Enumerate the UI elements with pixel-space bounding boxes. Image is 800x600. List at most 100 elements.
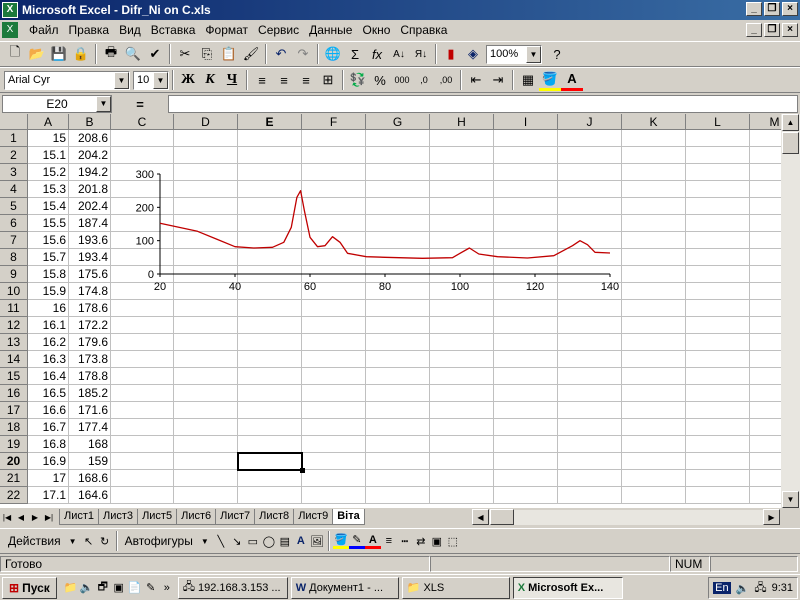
cell[interactable] [686, 215, 750, 232]
cell[interactable] [111, 453, 174, 470]
save-icon[interactable]: 💾 [48, 43, 70, 65]
cell[interactable] [622, 334, 686, 351]
cell[interactable] [302, 368, 366, 385]
cell[interactable] [686, 249, 750, 266]
font-select[interactable]: Arial Cyr ▼ [4, 70, 130, 90]
line-style-icon[interactable]: ≡ [381, 533, 397, 549]
cell[interactable]: 15.6 [28, 232, 69, 249]
cell[interactable] [686, 147, 750, 164]
menu-data[interactable]: Данные [304, 23, 357, 37]
cell[interactable] [111, 130, 174, 147]
row-header[interactable]: 18 [0, 419, 28, 436]
decrease-indent-icon[interactable]: ⇤ [465, 69, 487, 91]
cell[interactable] [302, 402, 366, 419]
cell[interactable] [302, 130, 366, 147]
cell[interactable] [686, 164, 750, 181]
scroll-thumb[interactable] [490, 509, 514, 525]
cell[interactable] [366, 419, 430, 436]
document-icon[interactable]: X [2, 22, 18, 38]
cell[interactable] [238, 436, 302, 453]
cell[interactable] [558, 334, 622, 351]
cell[interactable]: 178.8 [69, 368, 111, 385]
cell[interactable] [622, 453, 686, 470]
cell[interactable] [750, 334, 781, 351]
cell[interactable] [174, 402, 238, 419]
cell[interactable] [111, 419, 174, 436]
task-remote[interactable]: 🖧 192.168.3.153 ... [177, 576, 288, 599]
cell[interactable] [238, 317, 302, 334]
cell[interactable] [750, 283, 781, 300]
cell[interactable]: 172.2 [69, 317, 111, 334]
cell[interactable] [366, 470, 430, 487]
cell[interactable] [750, 147, 781, 164]
permission-icon[interactable]: 🔒 [70, 43, 92, 65]
cell[interactable] [622, 436, 686, 453]
cell[interactable] [558, 487, 622, 504]
menu-edit[interactable]: Правка [64, 23, 115, 37]
cell[interactable]: 15.4 [28, 198, 69, 215]
cell[interactable] [111, 402, 174, 419]
cell[interactable] [750, 470, 781, 487]
align-left-icon[interactable]: ≡ [251, 69, 273, 91]
sheet-tab[interactable]: Лист3 [98, 509, 139, 525]
cell[interactable] [686, 419, 750, 436]
cell[interactable] [622, 470, 686, 487]
sheet-tab[interactable]: Лист8 [254, 509, 295, 525]
cell[interactable] [238, 385, 302, 402]
cell[interactable]: 15.5 [28, 215, 69, 232]
cell[interactable]: 16.3 [28, 351, 69, 368]
cell[interactable]: 178.6 [69, 300, 111, 317]
cell[interactable] [430, 453, 494, 470]
quicklaunch-app-icon[interactable]: 🗗 [95, 580, 111, 596]
cell[interactable] [174, 470, 238, 487]
cell[interactable]: 16.8 [28, 436, 69, 453]
cell[interactable] [302, 334, 366, 351]
cell[interactable] [494, 351, 558, 368]
network-tray-icon[interactable]: 🖧 [754, 579, 766, 598]
cell[interactable] [366, 368, 430, 385]
cell[interactable] [494, 385, 558, 402]
cell[interactable] [174, 436, 238, 453]
cell[interactable] [558, 385, 622, 402]
redo-icon[interactable]: ↷ [292, 43, 314, 65]
cell[interactable] [558, 402, 622, 419]
sort-descending-icon[interactable]: Я↓ [410, 43, 432, 65]
scroll-left-button[interactable]: ◀ [472, 509, 489, 525]
cell[interactable] [302, 317, 366, 334]
embedded-line-chart[interactable]: 0 100 200 300 20 40 60 80 100 120 140 [115, 164, 635, 304]
cell[interactable] [622, 402, 686, 419]
active-cell-selection[interactable] [237, 452, 303, 471]
cell[interactable] [750, 300, 781, 317]
sheet-tab[interactable]: Лист1 [59, 509, 100, 525]
cell[interactable] [622, 368, 686, 385]
spelling-icon[interactable]: ✔ [144, 43, 166, 65]
cell[interactable] [750, 215, 781, 232]
cell[interactable] [622, 487, 686, 504]
column-header[interactable]: I [494, 114, 558, 130]
paste-icon[interactable]: 📋 [218, 43, 240, 65]
column-header[interactable]: L [686, 114, 750, 130]
cell[interactable] [366, 385, 430, 402]
cell[interactable] [302, 385, 366, 402]
cell[interactable] [174, 147, 238, 164]
dropdown-arrow-icon[interactable]: ▼ [65, 533, 81, 549]
oval-icon[interactable]: ◯ [261, 533, 277, 549]
cell[interactable] [111, 334, 174, 351]
cell[interactable] [174, 368, 238, 385]
cell[interactable]: 168.6 [69, 470, 111, 487]
sheet-tab[interactable]: Віта [332, 509, 365, 525]
dropdown-arrow-icon[interactable]: ▼ [197, 533, 213, 549]
cell[interactable] [494, 419, 558, 436]
row-header[interactable]: 2 [0, 147, 28, 164]
cell[interactable]: 185.2 [69, 385, 111, 402]
cell[interactable] [366, 351, 430, 368]
cell[interactable] [238, 351, 302, 368]
cell[interactable] [686, 317, 750, 334]
cell[interactable] [686, 198, 750, 215]
row-header[interactable]: 13 [0, 334, 28, 351]
column-header[interactable]: B [69, 114, 111, 130]
scroll-up-button[interactable]: ▲ [782, 114, 799, 131]
cell[interactable] [750, 232, 781, 249]
cell[interactable] [750, 419, 781, 436]
restore-button[interactable]: ❐ [764, 2, 780, 16]
